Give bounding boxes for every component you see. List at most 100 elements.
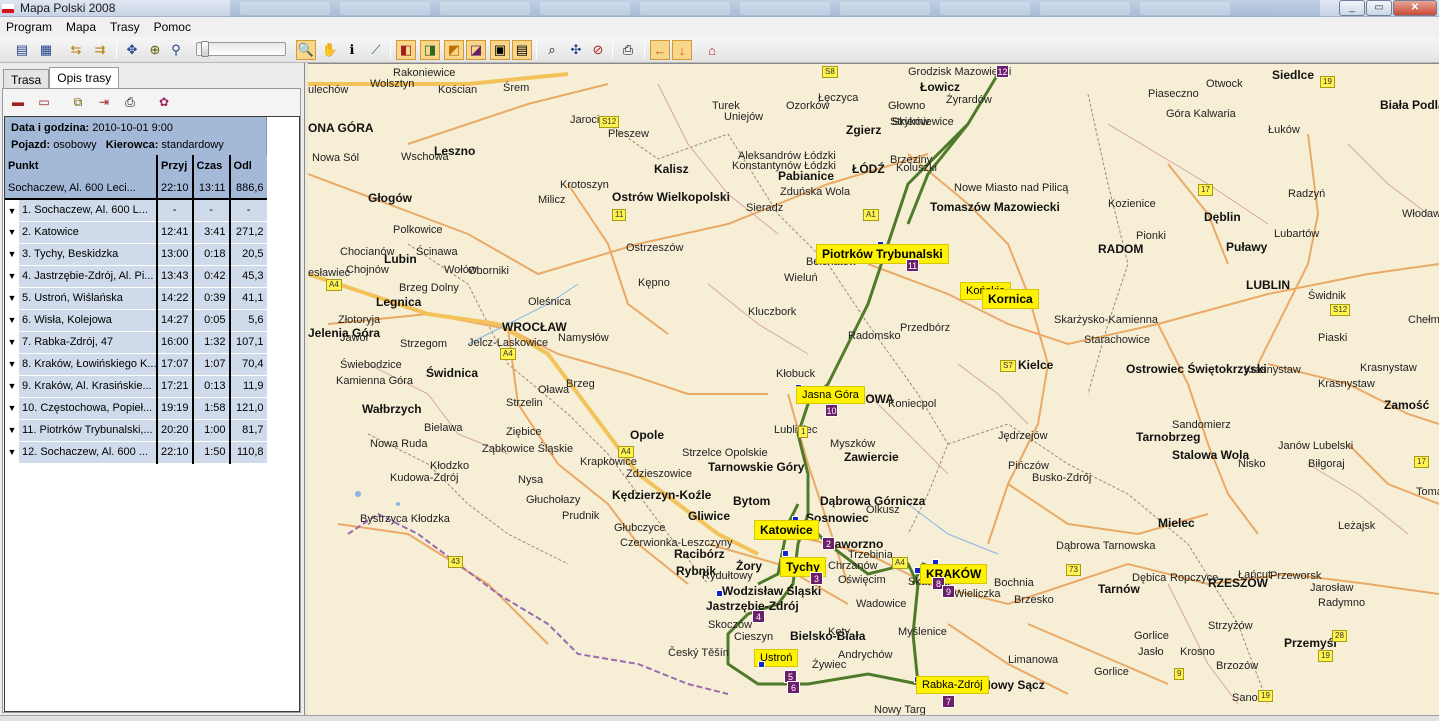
menu-mapa[interactable]: Mapa [66,20,96,34]
stop-number-6[interactable]: 6 [787,681,800,694]
toolbar-separator [390,41,391,59]
center-map-icon[interactable]: ⊕ [145,40,165,60]
table-row[interactable]: ▼ 2. Katowice 12:41 3:41 271,2 [5,221,267,244]
minimize-button[interactable]: _ [1339,0,1365,16]
route-label-jasna-gora[interactable]: Jasna Góra [796,386,865,404]
expand-arrow-icon[interactable]: ▼ [5,353,19,375]
expand-arrow-icon[interactable]: ▼ [5,243,19,265]
table-row[interactable]: ▼ 4. Jastrzębie-Zdrój, Al. Pi... 13:43 0:42… [5,265,267,288]
map-city-label: Radymno [1318,597,1366,609]
row-przyj: - [156,198,193,222]
bookmark-icon[interactable]: ⌂ [702,40,722,60]
copy-icon[interactable]: ⧉ [69,93,87,111]
route-tool-5-icon[interactable]: ▣ [490,40,510,60]
table-row[interactable]: ▼ 8. Kraków, Łowińskiego K... 17:07 1:07 70,… [5,353,267,376]
tab-trasa[interactable]: Trasa [3,69,50,89]
map-city-label: Świdnik [1308,290,1346,302]
map-city-label: Racibórz [674,547,725,561]
table-row[interactable]: ▼ 7. Rabka-Zdrój, 47 16:00 1:32 107,1 [5,331,267,354]
expand-arrow-icon[interactable]: ▼ [5,441,19,463]
route-label-rabka[interactable]: Rabka-Zdrój [916,676,989,694]
search-icon[interactable]: ⚲ [166,40,186,60]
stop-number-7[interactable]: 7 [942,695,955,708]
import-icon[interactable]: ⇆ [66,40,86,60]
map-city-label: Łowicz [920,80,961,94]
expand-arrow-icon[interactable]: ▼ [5,419,19,441]
expand-arrow-icon[interactable]: ▼ [5,265,19,287]
route-tool-3-icon[interactable]: ◩ [444,40,464,60]
tab-opis-trasy[interactable]: Opis trasy [49,67,120,89]
table-row[interactable]: ▼ 1. Sochaczew, Al. 600 L... - - - [5,198,267,222]
export-list-icon[interactable]: ⇥ [95,93,113,111]
column-header-punkt[interactable]: Punkt [5,155,157,177]
column-header-przyj[interactable]: Przyj [156,155,193,177]
expand-arrow-icon[interactable]: ▼ [5,221,19,243]
route-stop-marker[interactable] [758,661,765,668]
close-button[interactable]: ✕ [1393,0,1437,16]
zoom-slider-thumb[interactable] [201,41,209,57]
stop-number-3[interactable]: 3 [810,572,823,585]
print-icon[interactable]: ⎙ [618,40,638,60]
settings-icon[interactable]: ✿ [155,93,173,111]
route-label-kornica[interactable]: Kornica [982,289,1039,309]
print-list-icon[interactable]: ⎙ [121,93,139,111]
new-route-icon[interactable]: ▤ [12,40,32,60]
stop-number-11[interactable]: 11 [906,259,919,272]
map-city-label: Oborniki [468,265,509,277]
stop-number-2[interactable]: 2 [822,537,835,550]
pan-arrows-icon[interactable]: ✥ [122,40,142,60]
zoom-slider[interactable] [196,41,286,57]
toolbar-separator [536,41,537,59]
stop-number-9[interactable]: 9 [942,585,955,598]
measure-tool-icon[interactable]: ⟋ [366,40,386,60]
save-as-icon[interactable]: ▭ [35,93,53,111]
table-row[interactable]: ▼ 12. Sochaczew, Al. 600 ... 22:10 1:50 110,… [5,441,267,464]
expand-arrow-icon[interactable]: ▼ [5,331,19,353]
info-tool-icon[interactable]: ℹ [342,40,362,60]
menu-trasy[interactable]: Trasy [110,20,140,34]
column-header-czas[interactable]: Czas [191,155,230,177]
map-view[interactable]: Rakoniewice Kościan Śrem Wolsztyn ulechó… [308,63,1439,715]
expand-arrow-icon[interactable]: ▼ [5,287,19,309]
map-city-label: Gliwice [688,509,731,523]
row-czas: 0:39 [191,287,230,310]
map-city-label: Bystrzyca Kłodzka [360,513,450,525]
save-icon[interactable]: ▬ [9,93,27,111]
map-city-label: Bytom [733,494,771,508]
stop-number-12[interactable]: 12 [996,65,1009,78]
find-on-map-icon[interactable]: ⌕ [542,40,562,60]
stop-number-4[interactable]: 4 [752,610,765,623]
menu-program[interactable]: Program [6,20,52,34]
table-row[interactable]: ▼ 9. Kraków, Al. Krasińskie... 17:21 0:13 11… [5,375,267,398]
table-row[interactable]: ▼ 3. Tychy, Beskidzka 13:00 0:18 20,5 [5,243,267,266]
gps-icon[interactable]: ✣ [566,40,586,60]
open-route-icon[interactable]: ▦ [36,40,56,60]
zoom-tool-icon[interactable]: 🔍 [296,40,316,60]
menu-pomoc[interactable]: Pomoc [154,20,191,34]
route-tool-2-icon[interactable]: ◨ [420,40,440,60]
hand-tool-icon[interactable]: ✋ [320,40,340,60]
route-label-krakow[interactable]: KRAKÓW [920,564,988,584]
route-label-piotrkow[interactable]: Piotrków Trybunalski [816,244,949,264]
route-stop-marker[interactable] [782,550,789,557]
maximize-button[interactable]: ▭ [1366,0,1392,16]
column-header-odl[interactable]: Odl [228,155,267,177]
expand-arrow-icon[interactable]: ▼ [5,375,19,397]
back-arrow-icon[interactable]: ← [650,40,670,60]
route-stop-marker[interactable] [716,590,723,597]
route-tool-6-icon[interactable]: ▤ [512,40,532,60]
table-row[interactable]: ▼ 11. Piotrków Trybunalski,... 20:20 1:00 81… [5,419,267,442]
route-tool-4-icon[interactable]: ◪ [466,40,486,60]
expand-arrow-icon[interactable]: ▼ [5,397,19,419]
table-row[interactable]: ▼ 6. Wisła, Kolejowa 14:27 0:05 5,6 [5,309,267,332]
clear-route-icon[interactable]: ⊘ [588,40,608,60]
route-label-katowice[interactable]: Katowice [754,520,819,540]
expand-arrow-icon[interactable]: ▼ [5,309,19,331]
table-row[interactable]: ▼ 5. Ustroń, Wiślańska 14:22 0:39 41,1 [5,287,267,310]
down-arrow-icon[interactable]: ↓ [672,40,692,60]
table-row[interactable]: ▼ 10. Częstochowa, Popieł... 19:19 1:58 121,… [5,397,267,420]
export-icon[interactable]: ⇉ [90,40,110,60]
expand-arrow-icon[interactable]: ▼ [5,198,19,221]
stop-number-10[interactable]: 10 [825,404,838,417]
route-tool-1-icon[interactable]: ◧ [396,40,416,60]
